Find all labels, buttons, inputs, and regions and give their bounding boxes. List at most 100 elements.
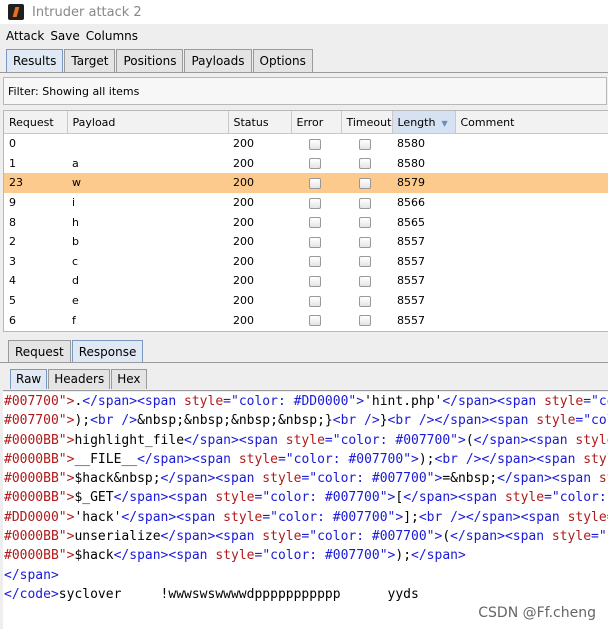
- cell-status: 200: [233, 235, 254, 249]
- cell-payload: [67, 134, 228, 154]
- timeout-checkbox: [359, 275, 371, 287]
- response-token: #0000BB">: [4, 432, 75, 448]
- cell-comment[interactable]: [455, 173, 608, 193]
- timeout-checkbox: [359, 217, 371, 229]
- cell-timeout: [341, 330, 392, 331]
- column-header-timeout[interactable]: Timeout: [341, 111, 393, 134]
- cell-timeout: [341, 173, 392, 193]
- response-body[interactable]: #007700">.</span><span style="color: #DD…: [3, 392, 608, 629]
- menu-columns[interactable]: Columns: [86, 29, 138, 43]
- cell-request: 7: [4, 330, 67, 331]
- response-token: style: [551, 529, 592, 545]
- cell-comment[interactable]: [455, 330, 608, 331]
- cell-request: 9: [9, 196, 16, 210]
- cell-length: 8557: [392, 330, 455, 331]
- response-token: "color: #007700": [262, 548, 388, 564]
- table-row[interactable]: 0 200 8580: [4, 134, 608, 154]
- error-checkbox: [309, 158, 321, 170]
- table-row[interactable]: 7g200 8557: [4, 330, 608, 331]
- tab-results[interactable]: Results: [6, 49, 64, 72]
- tab-headers[interactable]: Headers: [48, 369, 111, 389]
- response-token: 'hint.php': [364, 394, 443, 409]
- error-checkbox: [309, 236, 321, 248]
- timeout-checkbox: [359, 236, 371, 248]
- cell-comment[interactable]: [455, 291, 608, 311]
- results-table: Request Payload Status Error Timeout Len…: [3, 110, 608, 332]
- response-token: </span><span: [497, 471, 599, 487]
- column-header-request[interactable]: Request: [4, 111, 68, 134]
- cell-comment[interactable]: [455, 193, 608, 213]
- column-header-comment[interactable]: Comment: [455, 111, 608, 134]
- tab-hex[interactable]: Hex: [111, 369, 147, 389]
- column-header-payload[interactable]: Payload: [67, 111, 229, 134]
- column-header-length[interactable]: Length ▼: [392, 111, 456, 134]
- response-line: </span>: [3, 566, 608, 585]
- column-header-error[interactable]: Error: [291, 111, 342, 134]
- response-token: (: [442, 529, 451, 545]
- response-token: style: [262, 471, 302, 487]
- cell-comment[interactable]: [455, 271, 608, 291]
- response-token: ="color:: [583, 394, 608, 409]
- cell-payload: d: [72, 274, 79, 288]
- tab-positions[interactable]: Positions: [116, 49, 184, 72]
- cell-comment[interactable]: [455, 134, 608, 154]
- tab-request[interactable]: Request: [8, 340, 71, 363]
- cell-timeout: [341, 232, 392, 252]
- cell-status: 200: [233, 313, 254, 327]
- cell-length: 8579: [392, 173, 455, 193]
- response-token: style: [215, 490, 255, 506]
- response-token: #0000BB">: [4, 471, 75, 487]
- table-row[interactable]: 2 b 200 8557: [4, 232, 608, 252]
- cell-timeout: [341, 252, 392, 272]
- tab-target[interactable]: Target: [64, 49, 116, 72]
- cell-comment[interactable]: [455, 154, 608, 174]
- table-row[interactable]: 5 e 200 8557: [4, 291, 608, 311]
- cell-comment[interactable]: [455, 310, 608, 330]
- filter-bar[interactable]: Filter: Showing all items: [3, 77, 607, 105]
- filter-label: Filter: Showing all items: [8, 84, 140, 98]
- cell-error: [291, 252, 341, 272]
- cell-comment[interactable]: [455, 252, 608, 272]
- tab-response[interactable]: Response: [71, 340, 144, 363]
- table-row[interactable]: 9 i 200 8566: [4, 193, 608, 213]
- tab-payloads[interactable]: Payloads: [184, 49, 252, 72]
- cell-error: [291, 310, 341, 330]
- cell-status: 200: [233, 156, 254, 170]
- cell-payload: w: [67, 173, 228, 193]
- tab-options[interactable]: Options: [252, 49, 313, 72]
- window-title: Intruder attack 2: [32, 4, 142, 20]
- tab-raw[interactable]: Raw: [10, 369, 48, 389]
- response-token: style: [598, 471, 608, 487]
- cell-comment[interactable]: [455, 212, 608, 232]
- response-token: style: [583, 451, 608, 467]
- response-token: "color: #007700": [309, 471, 435, 487]
- response-token: #0000BB">: [4, 451, 75, 467]
- cell-request: 4: [9, 274, 16, 288]
- table-row[interactable]: 23 w 200 8579: [4, 173, 608, 193]
- menu-save[interactable]: Save: [50, 29, 79, 43]
- table-row[interactable]: 4 d 200 8557: [4, 271, 608, 291]
- response-token: <br /></span><span: [387, 413, 537, 429]
- response-line: #0000BB">__FILE__</span><span style="col…: [3, 450, 608, 469]
- cell-payload: i: [72, 196, 76, 210]
- table-row[interactable]: 1 a 200 8580: [4, 154, 608, 174]
- response-line: #007700">);<br />&nbsp;&nbsp;&nbsp;&nbsp…: [3, 411, 608, 430]
- response-token: >: [411, 451, 419, 467]
- response-token: ="color:: [544, 490, 607, 506]
- table-row[interactable]: 6 f 200 8557: [4, 310, 608, 330]
- response-token: </span>: [411, 548, 466, 564]
- cell-status: 200: [228, 330, 291, 331]
- cell-comment[interactable]: [455, 232, 608, 252]
- response-tab-divider: [0, 362, 608, 363]
- menu-attack[interactable]: Attack: [6, 29, 44, 43]
- response-token: #0000BB">: [4, 548, 75, 564]
- column-header-status[interactable]: Status: [228, 111, 292, 134]
- response-token: ="color:: [591, 529, 608, 545]
- response-token: </span><span: [137, 451, 239, 467]
- table-row[interactable]: 3 c 200 8557: [4, 252, 608, 272]
- table-row[interactable]: 8 h 200 8565: [4, 212, 608, 232]
- main-tabs: Results Target Positions Payloads Option…: [6, 49, 314, 72]
- response-token: #DD0000">: [4, 509, 75, 525]
- response-token: </span><span: [450, 529, 552, 545]
- table-header: Request Payload Status Error Timeout Len…: [4, 111, 608, 134]
